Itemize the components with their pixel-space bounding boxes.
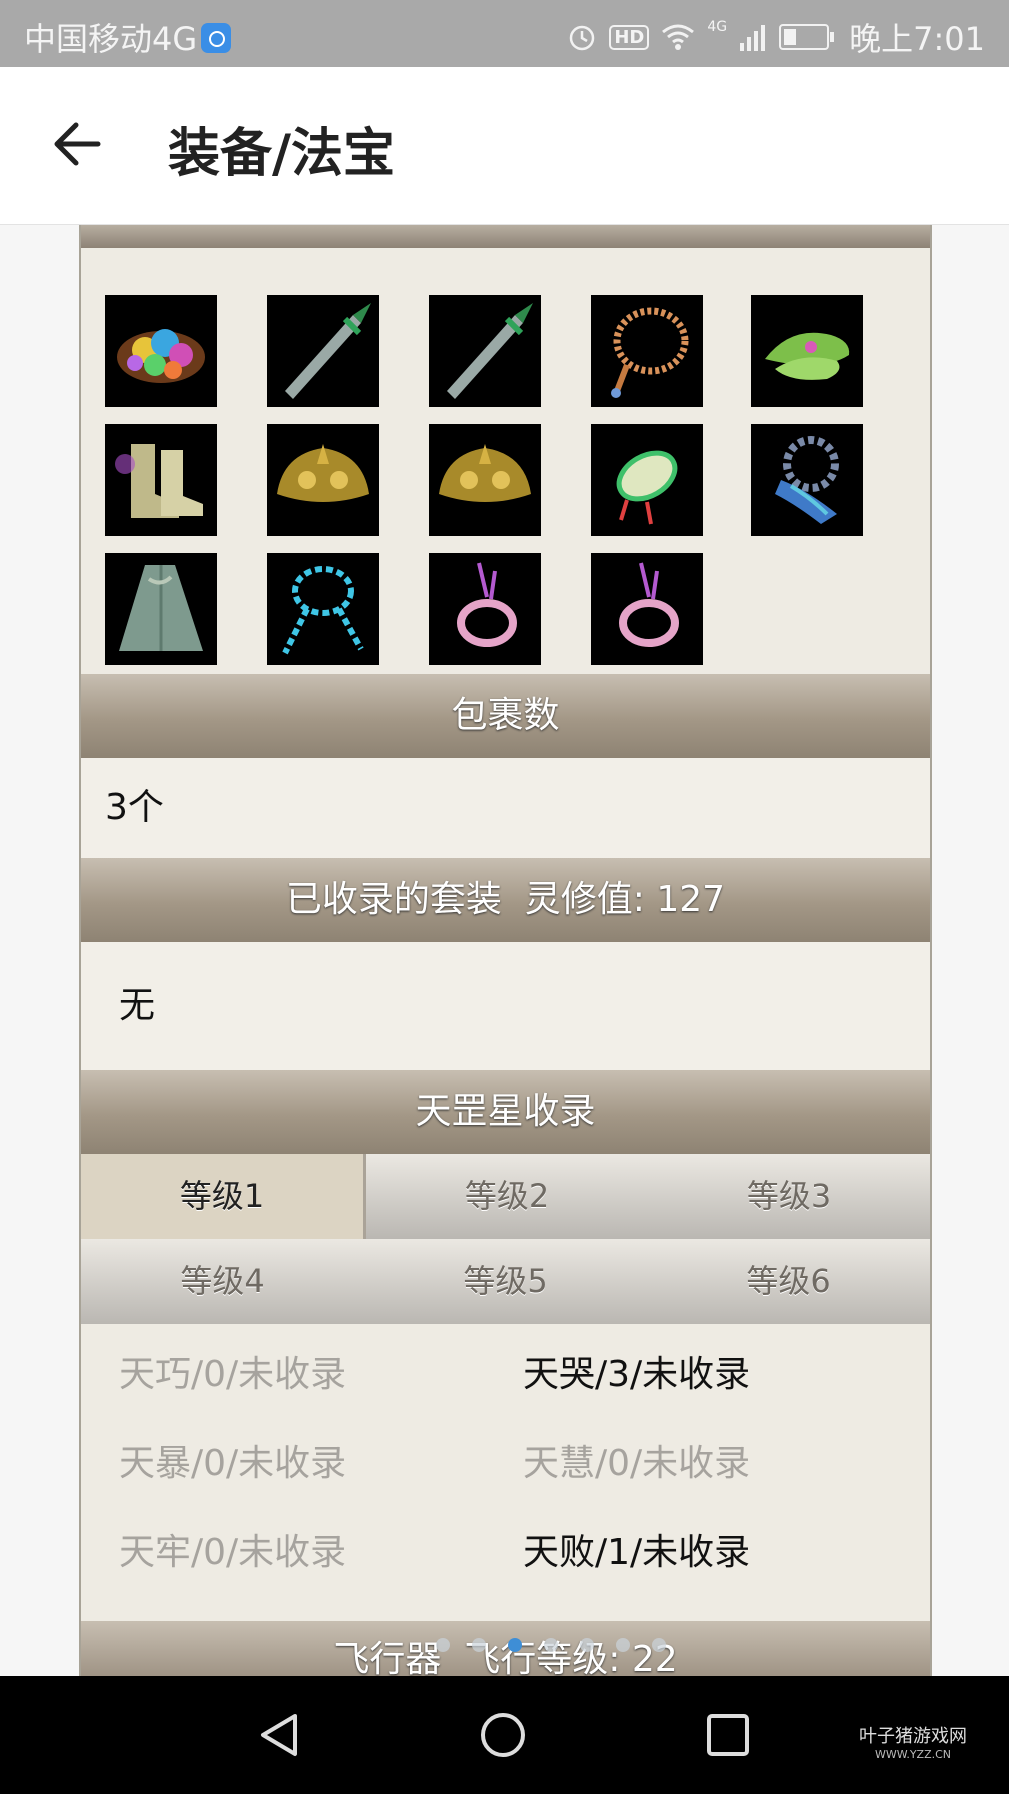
page-dot[interactable] — [436, 1638, 450, 1652]
equipment-item[interactable] — [591, 295, 703, 407]
hd-icon: HD — [609, 24, 650, 50]
page-dot[interactable] — [472, 1638, 486, 1652]
carrier-text: 中国移动4G — [24, 20, 198, 58]
record-row: 天巧/0/未收录 天哭/3/未收录 — [81, 1330, 930, 1419]
jade-sword-icon — [447, 303, 533, 399]
app-badge-icon — [201, 23, 232, 53]
record-item: 天暴/0/未收录 — [119, 1443, 347, 1484]
jade-sword-icon — [285, 303, 371, 399]
page-dot[interactable] — [544, 1638, 558, 1652]
record-row: 天牢/0/未收录 天败/1/未收录 — [81, 1508, 930, 1597]
suits-heading: 已收录的套装 灵修值: 127 — [81, 858, 930, 942]
system-nav-bar: 叶子猪游戏网 WWW.YZZ.CN — [0, 1676, 1009, 1794]
equipment-item[interactable] — [267, 553, 379, 665]
page-title: 装备/法宝 — [168, 124, 395, 184]
page-indicator — [436, 1638, 666, 1652]
arrow-left-icon[interactable] — [50, 119, 110, 169]
record-item: 天巧/0/未收录 — [119, 1354, 347, 1395]
nav-home-icon[interactable] — [478, 1710, 528, 1760]
alarm-icon — [570, 25, 595, 51]
tab-level-3[interactable]: 等级3 — [648, 1154, 930, 1239]
equipment-grid — [81, 248, 930, 674]
clock: 晚上7:01 — [849, 20, 985, 58]
wifi-icon — [662, 24, 695, 50]
equipment-item[interactable] — [429, 553, 541, 665]
ice-necklace-icon — [282, 566, 364, 655]
record-item: 天败/1/未收录 — [523, 1532, 751, 1573]
gear-talisman-icon — [775, 436, 839, 524]
nav-recents-icon[interactable] — [703, 1710, 753, 1760]
suits-value: 无 — [81, 942, 930, 1070]
equipment-item[interactable] — [429, 295, 541, 407]
gem-cluster-icon — [117, 329, 205, 383]
equipment-header-cut — [81, 224, 930, 248]
equipment-item[interactable] — [591, 424, 703, 536]
equipment-item[interactable] — [105, 553, 217, 665]
jade-shoes-icon — [765, 332, 850, 380]
record-row: 天暴/0/未收录 天慧/0/未收录 — [81, 1419, 930, 1508]
robe-icon — [119, 565, 203, 651]
star-records: 天巧/0/未收录 天哭/3/未收录 天暴/0/未收录 天慧/0/未收录 天牢/0… — [81, 1324, 930, 1597]
equipment-item[interactable] — [591, 553, 703, 665]
nav-back-icon[interactable] — [255, 1710, 305, 1760]
package-value: 3个 — [81, 758, 930, 858]
equipment-item[interactable] — [429, 424, 541, 536]
equipment-item[interactable] — [105, 424, 217, 536]
watermark-text: 叶子猪游戏网 — [859, 1726, 967, 1747]
golden-helmet-icon — [439, 444, 531, 502]
pink-ring-icon — [457, 562, 517, 647]
page-dot-active[interactable] — [508, 1638, 522, 1652]
page-dot[interactable] — [652, 1638, 666, 1652]
status-bar: 中国移动4G HD 4G 晚上7:01 — [0, 0, 1009, 67]
tab-level-5[interactable]: 等级5 — [364, 1239, 647, 1324]
page-dot[interactable] — [616, 1638, 630, 1652]
content-panel: 包裹数 3个 已收录的套装 灵修值: 127 无 天罡星收录 等级1 等级2 等… — [79, 224, 932, 1676]
status-icons: HD 4G 晚上7:01 — [567, 14, 985, 60]
tab-level-1[interactable]: 等级1 — [81, 1154, 366, 1239]
battery-icon — [779, 24, 835, 50]
tab-level-6[interactable]: 等级6 — [647, 1239, 930, 1324]
bead-necklace-icon — [611, 307, 689, 398]
golden-helmet-icon — [277, 444, 369, 502]
watermark-logo: 叶子猪游戏网 WWW.YZZ.CN — [859, 1728, 967, 1764]
watermark-url: WWW.YZZ.CN — [874, 1748, 952, 1761]
equipment-item[interactable] — [751, 424, 863, 536]
tab-level-4[interactable]: 等级4 — [81, 1239, 364, 1324]
level-tabs-row-1: 等级1 等级2 等级3 — [81, 1154, 930, 1239]
level-tabs-row-2: 等级4 等级5 等级6 — [81, 1239, 930, 1324]
jade-pendant-icon — [616, 450, 678, 525]
page-dot[interactable] — [580, 1638, 594, 1652]
pink-ring-icon — [619, 562, 679, 647]
equipment-item[interactable] — [267, 295, 379, 407]
app-bar: 装备/法宝 — [0, 67, 1009, 225]
equipment-item[interactable] — [267, 424, 379, 536]
carrier-label: 中国移动4G — [24, 14, 232, 60]
tab-level-2[interactable]: 等级2 — [366, 1154, 648, 1239]
package-heading: 包裹数 — [81, 674, 930, 758]
record-item: 天哭/3/未收录 — [523, 1354, 751, 1395]
record-item: 天慧/0/未收录 — [523, 1443, 751, 1484]
signal-icon — [740, 25, 766, 51]
record-item: 天牢/0/未收录 — [119, 1532, 347, 1573]
equipment-item[interactable] — [751, 295, 863, 407]
equipment-item[interactable] — [105, 295, 217, 407]
tiangang-heading: 天罡星收录 — [81, 1070, 930, 1154]
network-type: 4G — [707, 19, 728, 35]
boots-icon — [115, 444, 203, 518]
